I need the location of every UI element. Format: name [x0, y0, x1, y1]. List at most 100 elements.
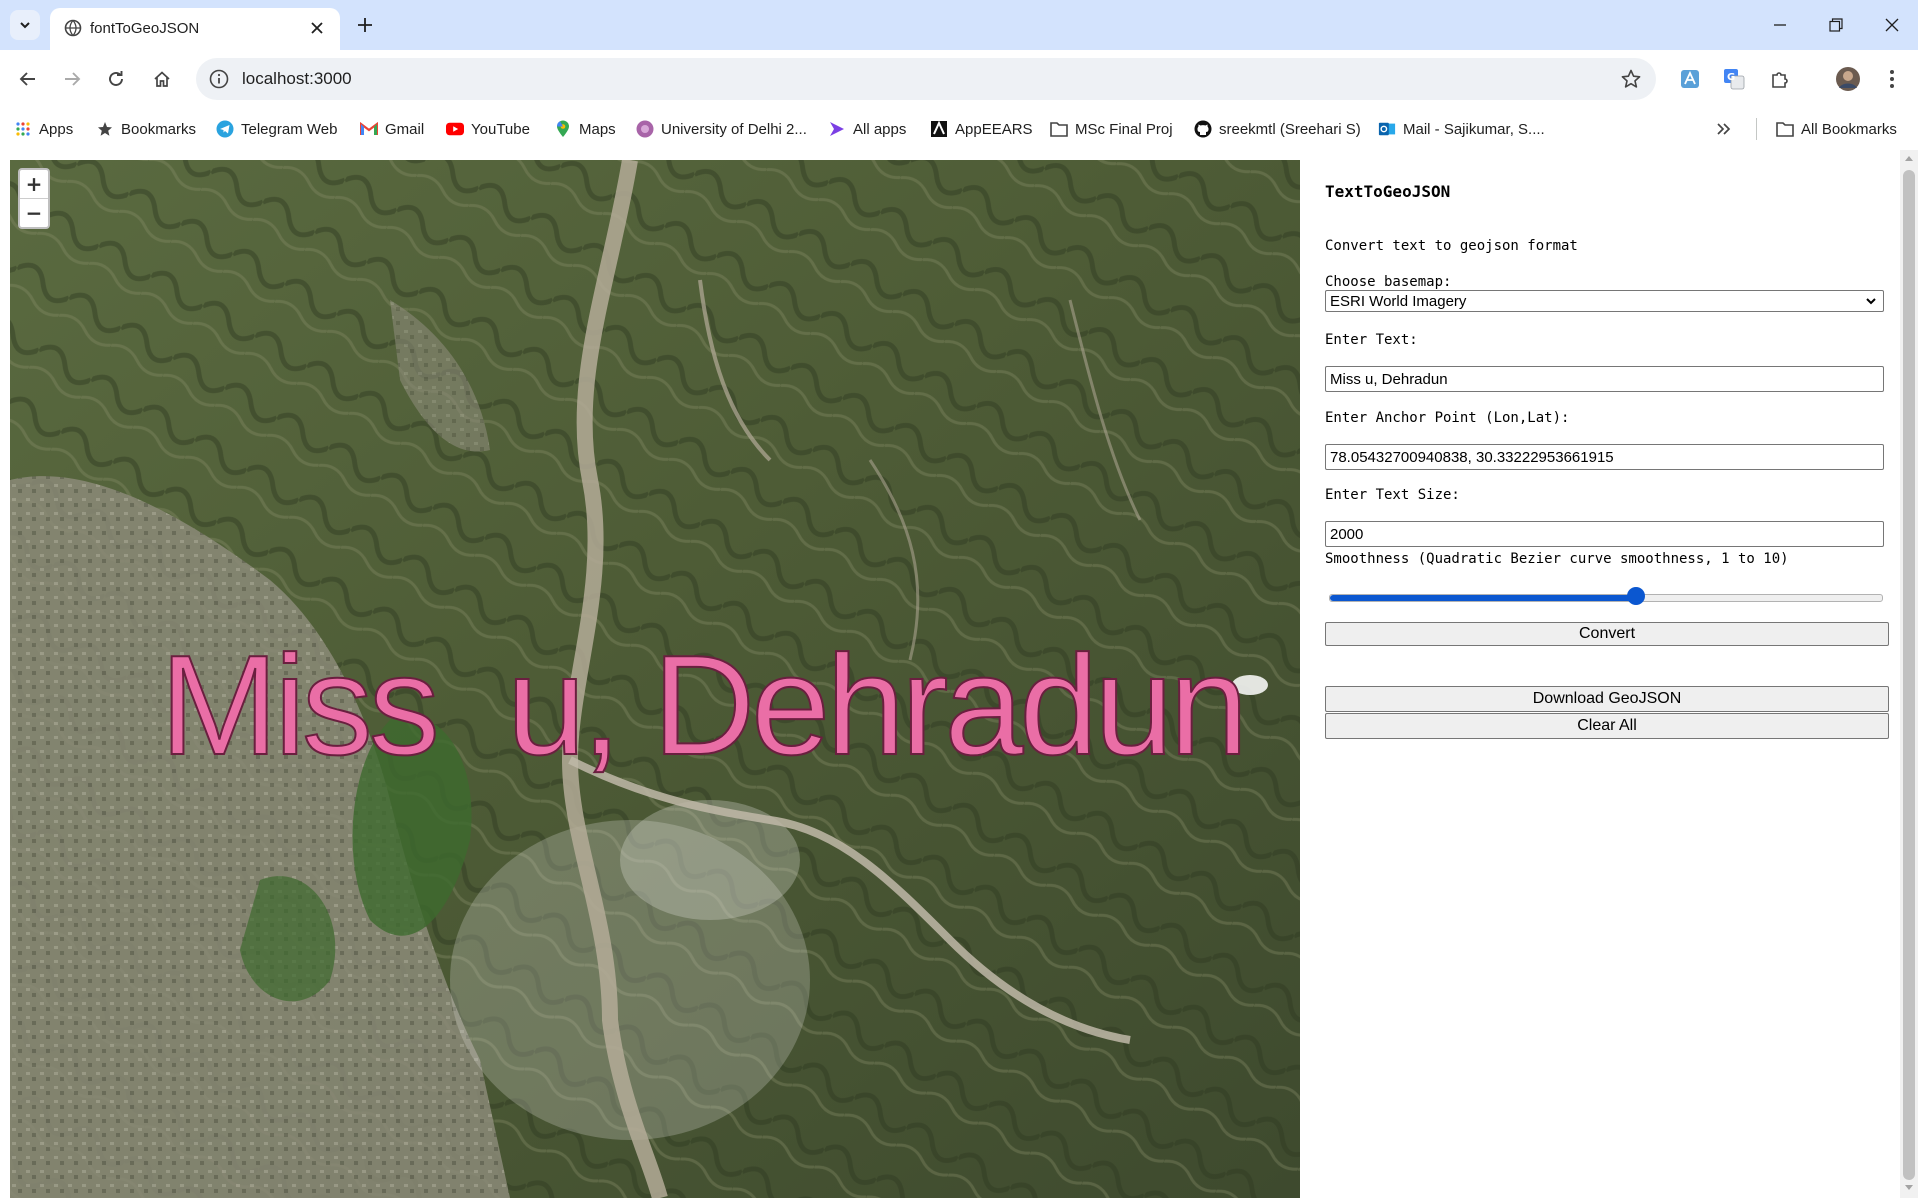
close-tab-button[interactable]: [306, 17, 328, 39]
appeears-icon: [930, 120, 948, 138]
extension-button[interactable]: [1674, 63, 1706, 95]
scroll-down-arrow-icon[interactable]: [1904, 1184, 1914, 1192]
translate-extension-button[interactable]: G: [1718, 63, 1750, 95]
extension-a-icon: [1681, 70, 1699, 88]
basemap-selected-value: ESRI World Imagery: [1330, 292, 1467, 310]
tab-search-button[interactable]: [10, 10, 40, 40]
bookmarks-bar: Apps Bookmarks Telegram Web Gmail YouTub…: [0, 108, 1918, 150]
browser-toolbar: localhost:3000 G: [0, 50, 1918, 108]
close-window-button[interactable]: [1864, 0, 1918, 50]
star-icon: [96, 120, 114, 138]
bookmark-label: MSc Final Proj: [1075, 120, 1173, 138]
anchor-label: Enter Anchor Point (Lon,Lat):: [1325, 410, 1570, 426]
all-bookmarks-button[interactable]: All Bookmarks: [1776, 116, 1897, 142]
more-vertical-icon: [1890, 70, 1894, 88]
restore-button[interactable]: [1808, 0, 1864, 50]
forward-button[interactable]: [56, 63, 88, 95]
bookmark-maps[interactable]: Maps: [554, 116, 616, 142]
chrome-menu-button[interactable]: [1876, 63, 1908, 95]
page-scrollbar[interactable]: [1900, 150, 1918, 1198]
smoothness-label: Smoothness (Quadratic Bezier curve smoot…: [1325, 551, 1789, 567]
telegram-icon: [216, 120, 234, 138]
zoom-out-button[interactable]: −: [20, 198, 48, 227]
bookmark-label: Apps: [39, 120, 74, 138]
plus-icon: [358, 18, 372, 32]
bookmark-label: All apps: [853, 120, 907, 138]
translate-icon: G: [1724, 69, 1745, 90]
zoom-in-button[interactable]: +: [20, 170, 48, 198]
profile-button[interactable]: [1832, 63, 1864, 95]
download-geojson-button[interactable]: Download GeoJSON: [1325, 686, 1889, 712]
smoothness-slider-thumb[interactable]: [1626, 587, 1645, 605]
bookmarks-divider: [1756, 118, 1757, 140]
bookmark-label: University of Delhi 2...: [661, 120, 807, 138]
bookmark-bookmarks[interactable]: Bookmarks: [96, 116, 196, 142]
bookmark-outlook-mail[interactable]: Mail - Sajikumar, S....: [1378, 116, 1545, 142]
reload-button[interactable]: [100, 63, 132, 95]
bookmark-all-apps[interactable]: All apps: [828, 116, 906, 142]
bookmark-star-icon[interactable]: [1620, 68, 1642, 90]
bookmark-msc-final-proj[interactable]: MSc Final Proj: [1050, 116, 1173, 142]
arrow-left-icon: [19, 72, 35, 86]
text-size-input[interactable]: 2000: [1325, 521, 1884, 547]
more-bookmarks-button[interactable]: [1716, 116, 1732, 142]
close-icon: [311, 22, 323, 34]
bookmark-github[interactable]: sreekmtl (Sreehari S): [1194, 116, 1361, 142]
text-input[interactable]: Miss u, Dehradun: [1325, 366, 1884, 392]
tab-title: fontToGeoJSON: [90, 20, 200, 37]
power-apps-icon: [828, 120, 846, 138]
site-info-icon[interactable]: [208, 68, 230, 90]
panel-subtitle: Convert text to geojson format: [1325, 238, 1578, 254]
github-icon: [1194, 120, 1212, 138]
bookmark-label: Gmail: [385, 120, 425, 138]
bookmark-label: Bookmarks: [121, 120, 197, 138]
convert-button[interactable]: Convert: [1325, 622, 1889, 646]
university-icon: [636, 120, 654, 138]
bookmark-gmail[interactable]: Gmail: [360, 116, 424, 142]
avatar: [1836, 67, 1860, 91]
folder-icon: [1050, 120, 1068, 138]
scrollbar-thumb[interactable]: [1903, 170, 1915, 1180]
bookmark-label: Mail - Sajikumar, S....: [1403, 120, 1545, 138]
scroll-up-arrow-icon[interactable]: [1904, 154, 1914, 162]
bookmark-university[interactable]: University of Delhi 2...: [636, 116, 807, 142]
web-page: + − Miss u, Dehradun TextToGeoJSON Conve…: [0, 150, 1918, 1198]
panel-title: TextToGeoJSON: [1325, 182, 1451, 201]
basemap-select[interactable]: ESRI World Imagery: [1325, 290, 1884, 312]
map-view[interactable]: + − Miss u, Dehradun: [10, 160, 1300, 1198]
home-icon: [154, 71, 170, 87]
gmail-icon: [360, 120, 378, 138]
bookmark-telegram[interactable]: Telegram Web: [216, 116, 337, 142]
bookmark-apps[interactable]: Apps: [14, 116, 73, 142]
extensions-menu-button[interactable]: [1764, 63, 1796, 95]
svg-text:G: G: [1727, 72, 1735, 83]
anchor-input[interactable]: 78.05432700940838, 30.33222953661915: [1325, 444, 1884, 470]
bookmark-label: AppEEARS: [955, 120, 1033, 138]
address-bar[interactable]: localhost:3000: [196, 58, 1656, 100]
bookmark-label: Telegram Web: [241, 120, 338, 138]
folder-icon: [1776, 120, 1794, 138]
new-tab-button[interactable]: [352, 12, 378, 38]
back-button[interactable]: [12, 63, 44, 95]
home-button[interactable]: [146, 63, 178, 95]
tab-strip: fontToGeoJSON: [0, 0, 1918, 50]
url-text[interactable]: localhost:3000: [242, 69, 352, 89]
basemap-label: Choose basemap:: [1325, 274, 1452, 290]
clear-all-button[interactable]: Clear All: [1325, 713, 1889, 739]
active-tab[interactable]: fontToGeoJSON: [50, 8, 340, 50]
chevron-down-icon: [20, 22, 30, 29]
minimize-icon: [1774, 24, 1786, 26]
geojson-text-overlay[interactable]: Miss u, Dehradun: [159, 634, 1249, 778]
smoothness-slider-fill: [1330, 595, 1637, 601]
reload-icon: [109, 71, 123, 86]
text-label: Enter Text:: [1325, 332, 1418, 348]
puzzle-icon: [1772, 72, 1788, 88]
bookmark-label: All Bookmarks: [1801, 120, 1897, 138]
bookmark-appeears[interactable]: AppEEARS: [930, 116, 1033, 142]
chevron-down-icon: [1866, 298, 1876, 305]
minimize-button[interactable]: [1752, 0, 1808, 50]
bookmark-youtube[interactable]: YouTube: [446, 116, 530, 142]
smoothness-slider[interactable]: [1329, 594, 1883, 602]
double-chevron-right-icon: [1717, 123, 1731, 135]
bookmark-label: sreekmtl (Sreehari S): [1219, 120, 1361, 138]
